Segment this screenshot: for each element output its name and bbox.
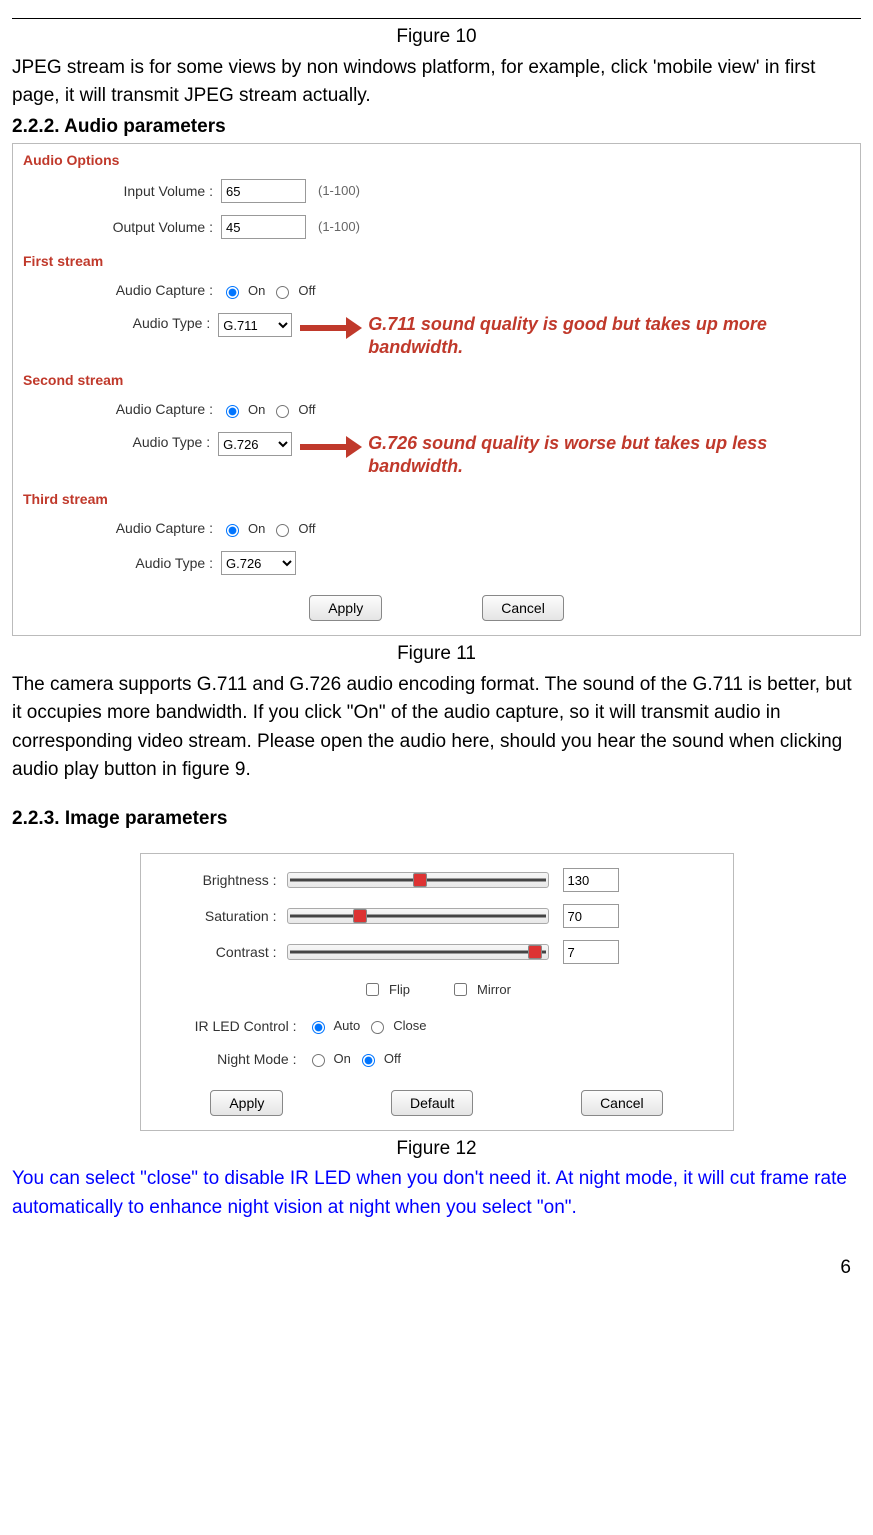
ts-off-label: Off: [298, 519, 315, 539]
ir-close-radio[interactable]: [371, 1021, 384, 1034]
brightness-slider[interactable]: [287, 872, 549, 888]
ts-capture-on-radio[interactable]: [226, 524, 239, 537]
night-on-label: On: [334, 1049, 351, 1069]
saturation-label: Saturation :: [157, 906, 287, 927]
brightness-value[interactable]: [563, 868, 619, 892]
fs-off-label: Off: [298, 281, 315, 301]
ss-on-label: On: [248, 400, 265, 420]
section-third-stream: Third stream: [13, 483, 860, 512]
ss-off-label: Off: [298, 400, 315, 420]
ts-type-label: Audio Type :: [13, 553, 221, 574]
img-default-button[interactable]: Default: [391, 1090, 473, 1116]
night-off-radio[interactable]: [362, 1054, 375, 1067]
ts-capture-off-radio[interactable]: [276, 524, 289, 537]
ir-auto-label: Auto: [334, 1016, 361, 1036]
arrow-icon: [298, 313, 362, 343]
ir-auto-radio[interactable]: [312, 1021, 325, 1034]
saturation-value[interactable]: [563, 904, 619, 928]
ts-type-select[interactable]: G.726: [221, 551, 296, 575]
fs-type-select[interactable]: G.711: [218, 313, 292, 337]
ss-type-select[interactable]: G.726: [218, 432, 292, 456]
flip-label: Flip: [389, 980, 410, 1000]
ts-on-label: On: [248, 519, 265, 539]
page-number: 6: [12, 1224, 861, 1297]
fs-capture-on-radio[interactable]: [226, 286, 239, 299]
contrast-label: Contrast :: [157, 942, 287, 963]
annotation-g726: G.726 sound quality is worse but takes u…: [368, 432, 860, 477]
ss-type-label: Audio Type :: [13, 432, 218, 453]
ss-capture-label: Audio Capture :: [13, 399, 221, 420]
audio-paragraph: The camera supports G.711 and G.726 audi…: [12, 671, 861, 785]
ir-close-label: Close: [393, 1016, 426, 1036]
input-volume-hint: (1-100): [318, 181, 360, 201]
ss-capture-on-radio[interactable]: [226, 405, 239, 418]
night-on-radio[interactable]: [312, 1054, 325, 1067]
annotation-g711: G.711 sound quality is good but takes up…: [368, 313, 860, 358]
heading-2-2-2: 2.2.2. Audio parameters: [12, 113, 861, 142]
ss-capture-off-radio[interactable]: [276, 405, 289, 418]
fs-on-label: On: [248, 281, 265, 301]
mirror-checkbox[interactable]: [454, 983, 467, 996]
image-panel: Brightness : Saturation : Contrast : Fli…: [140, 853, 734, 1131]
cancel-button[interactable]: Cancel: [482, 595, 564, 621]
apply-button[interactable]: Apply: [309, 595, 382, 621]
mirror-label: Mirror: [477, 980, 511, 1000]
img-cancel-button[interactable]: Cancel: [581, 1090, 663, 1116]
input-volume-label: Input Volume :: [13, 181, 221, 202]
contrast-value[interactable]: [563, 940, 619, 964]
figure12-caption: Figure 12: [12, 1135, 861, 1164]
fs-type-label: Audio Type :: [13, 313, 218, 334]
output-volume-label: Output Volume :: [13, 217, 221, 238]
figure10-caption: Figure 10: [12, 23, 861, 52]
section-first-stream: First stream: [13, 245, 860, 274]
audio-panel: Audio Options Input Volume : (1-100) Out…: [12, 143, 861, 636]
ts-capture-label: Audio Capture :: [13, 518, 221, 539]
night-off-label: Off: [384, 1049, 401, 1069]
arrow-icon: [298, 432, 362, 462]
flip-checkbox[interactable]: [366, 983, 379, 996]
contrast-slider[interactable]: [287, 944, 549, 960]
page-top-rule: [12, 18, 861, 19]
brightness-label: Brightness :: [157, 870, 287, 891]
ir-led-label: IR LED Control :: [157, 1016, 307, 1037]
fs-capture-off-radio[interactable]: [276, 286, 289, 299]
fs-capture-label: Audio Capture :: [13, 280, 221, 301]
heading-2-2-3: 2.2.3. Image parameters: [12, 805, 861, 834]
night-mode-label: Night Mode :: [157, 1049, 307, 1070]
input-volume-field[interactable]: [221, 179, 306, 203]
jpeg-paragraph: JPEG stream is for some views by non win…: [12, 54, 861, 111]
saturation-slider[interactable]: [287, 908, 549, 924]
blue-note: You can select "close" to disable IR LED…: [12, 1165, 861, 1222]
img-apply-button[interactable]: Apply: [210, 1090, 283, 1116]
output-volume-field[interactable]: [221, 215, 306, 239]
section-audio-options: Audio Options: [13, 144, 860, 173]
figure11-caption: Figure 11: [12, 640, 861, 669]
section-second-stream: Second stream: [13, 364, 860, 393]
output-volume-hint: (1-100): [318, 217, 360, 237]
